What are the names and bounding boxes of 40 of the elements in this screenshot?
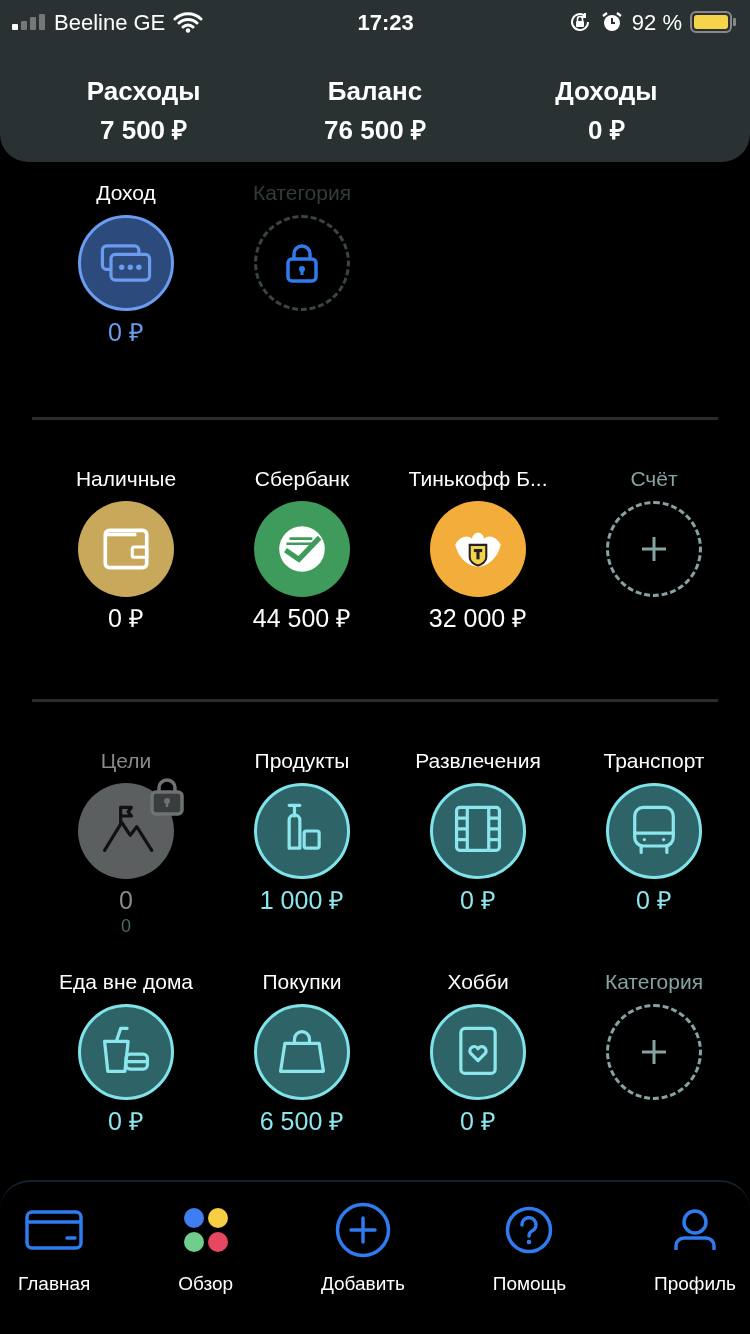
tile-label: Транспорт xyxy=(603,748,705,774)
amount: 0 ₽ xyxy=(108,1106,144,1136)
summary-value: 76 500 ₽ xyxy=(324,114,426,147)
tile-label: Цели xyxy=(100,748,152,774)
amount: 1 000 ₽ xyxy=(259,885,345,915)
amount: 44 500 ₽ xyxy=(252,603,352,633)
tile-label: Тинькофф Б... xyxy=(408,466,548,492)
tile-label: Наличные xyxy=(75,466,177,492)
summary-label: Баланс xyxy=(327,75,423,108)
nav-tab[interactable]: Помощь xyxy=(492,1200,567,1334)
amount: 6 500 ₽ xyxy=(259,1106,345,1136)
tile-label: Категория xyxy=(604,969,704,995)
amount: 0 ₽ xyxy=(460,1106,496,1136)
summary-label: Доходы xyxy=(555,75,658,108)
nav-tab[interactable]: Обзор xyxy=(178,1200,234,1334)
tile-label: Счёт xyxy=(630,466,678,492)
tile-label: Еда вне дома xyxy=(58,969,194,995)
amount: 32 000 ₽ xyxy=(428,603,528,633)
summary-label: Расходы xyxy=(86,75,201,108)
amount: 0 ₽ xyxy=(460,885,496,915)
tile-label: Продукты xyxy=(254,748,350,774)
summary-value: 7 500 ₽ xyxy=(100,114,188,147)
summary-value: 0 ₽ xyxy=(587,114,625,147)
battery-percent: 92 % xyxy=(631,8,682,37)
carrier-name: Beeline GE xyxy=(54,8,166,37)
tile-label: Покупки xyxy=(262,969,342,995)
amount: 0 ₽ xyxy=(108,317,144,347)
tile-label: Доход xyxy=(96,180,156,206)
nav-tab[interactable]: Добавить xyxy=(320,1200,405,1334)
amount: 0 ₽ xyxy=(108,603,144,633)
clock-time: 17:23 xyxy=(357,8,414,37)
tile-label: Сбербанк xyxy=(254,466,350,492)
amount: 0 ₽ xyxy=(636,885,672,915)
tile-label: Хобби xyxy=(447,969,509,995)
nav-tab[interactable]: Главная xyxy=(18,1200,91,1334)
amount: 0 xyxy=(119,885,133,915)
sub-amount: 0 xyxy=(121,915,131,937)
tile-label: Развлечения xyxy=(415,748,541,774)
nav-tab[interactable]: Профиль xyxy=(653,1200,736,1334)
tile-label: Категория xyxy=(252,180,352,206)
